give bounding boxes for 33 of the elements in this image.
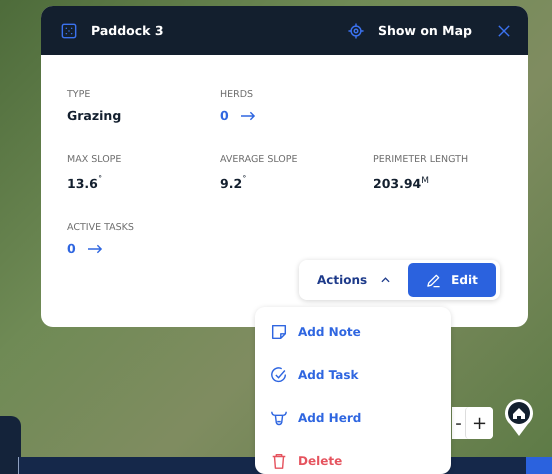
count-link[interactable]: 0 [67,241,103,258]
home-pin-icon[interactable] [503,397,535,437]
trash-icon [270,452,288,470]
field-value: Grazing [67,108,122,124]
pencil-icon [426,272,442,288]
field-label: HERDS [220,89,254,101]
actions-dropdown[interactable]: Actions [303,264,404,296]
arrow-right-icon [240,111,256,121]
panel-title: Paddock 3 [91,23,164,38]
field-value: 9.2$^{˚}$ [220,174,247,192]
edit-button[interactable]: Edit [408,263,496,297]
delete-menu-item[interactable]: Delete [298,454,342,468]
count-link[interactable]: 0 [220,108,256,124]
field-label: PERIMETER LENGTH [373,154,468,166]
show-on-map-link[interactable]: Show on Map [378,23,472,38]
note-icon [270,322,288,340]
arrow-right-icon [88,244,103,254]
field-label: TYPE [67,89,90,101]
field-label: AVERAGE SLOPE [220,154,298,166]
grid-square-icon [61,22,77,38]
field-value: 203.94$^{M}$ [373,175,430,192]
side-panel [0,416,21,474]
field-label: MAX SLOPE [67,154,122,166]
menu-item[interactable]: Add Herd [298,410,362,424]
field-value: 13.6$^{˚}$ [67,174,102,192]
crosshair-icon[interactable] [348,22,364,38]
field-label: ACTIVE TASKS [67,222,134,234]
zoom-in-button[interactable]: + [465,407,493,439]
menu-item[interactable]: Add Note [298,324,361,338]
menu-item[interactable]: Add Task [298,368,359,382]
check-circle-icon [270,366,288,384]
cow-head-icon [270,408,288,426]
close-icon[interactable] [498,24,510,36]
